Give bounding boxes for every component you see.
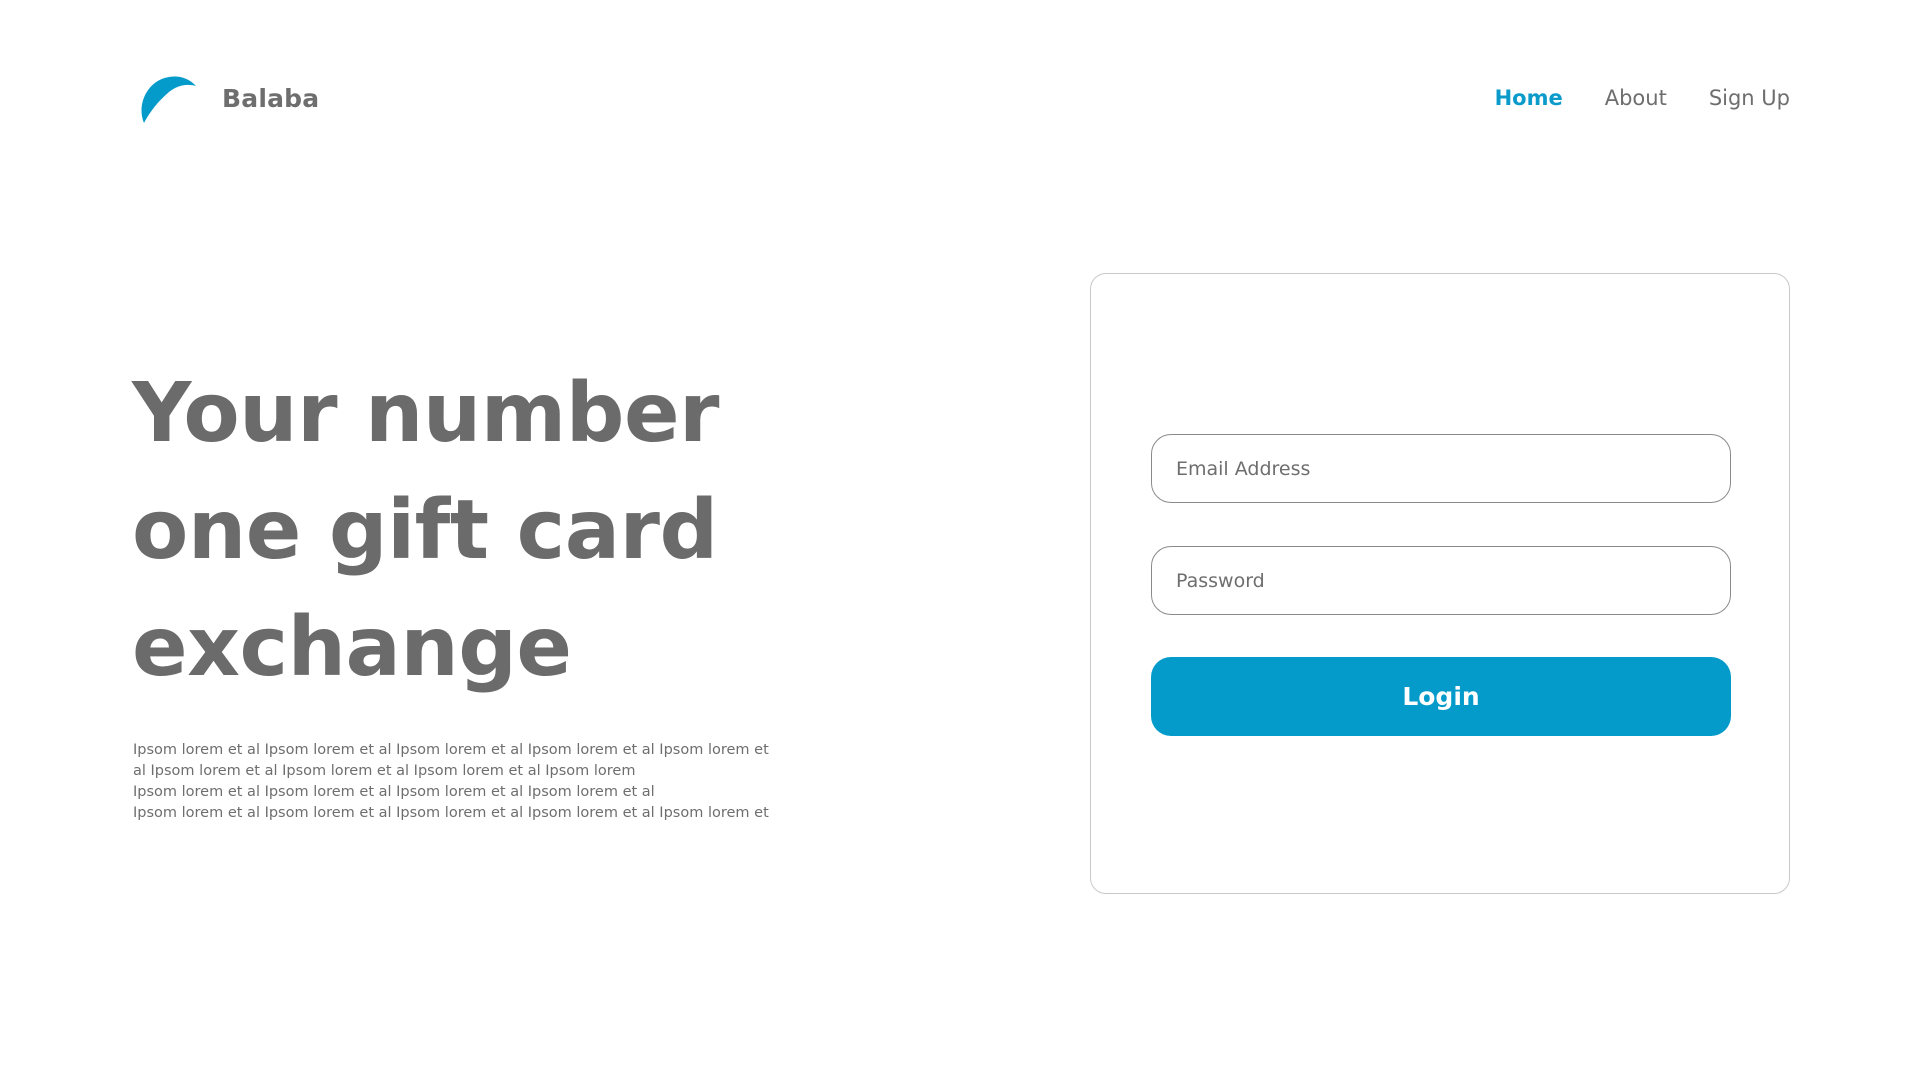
login-button[interactable]: Login — [1151, 657, 1731, 736]
hero-description-line: al Ipsom lorem et al Ipsom lorem et al I… — [133, 763, 636, 779]
brand-name[interactable]: Balaba — [222, 84, 319, 113]
nav-about-link[interactable]: About — [1605, 86, 1667, 110]
hero-title-line: Your number — [132, 366, 720, 461]
hero-description-line: Ipsom lorem et al Ipsom lorem et al Ipso… — [133, 805, 769, 821]
email-field[interactable] — [1151, 434, 1731, 503]
hero-title: Your number one gift card exchange — [132, 355, 772, 706]
logo[interactable] — [138, 74, 198, 124]
nav-home-link[interactable]: Home — [1495, 86, 1563, 110]
page: Balaba Home About Sign Up Your number on… — [0, 0, 1920, 1080]
hero-description: Ipsom lorem et al Ipsom lorem et al Ipso… — [133, 740, 793, 824]
nav-signup-link[interactable]: Sign Up — [1709, 86, 1790, 110]
password-field[interactable] — [1151, 546, 1731, 615]
hero-description-line: Ipsom lorem et al Ipsom lorem et al Ipso… — [133, 742, 769, 758]
login-card: Login — [1090, 273, 1790, 894]
hero-title-line: one gift card — [132, 483, 718, 578]
hero-description-line: Ipsom lorem et al Ipsom lorem et al Ipso… — [133, 784, 655, 800]
top-nav: Home About Sign Up — [1495, 86, 1790, 110]
crescent-logo-icon — [141, 76, 196, 123]
hero-title-line: exchange — [132, 600, 572, 695]
